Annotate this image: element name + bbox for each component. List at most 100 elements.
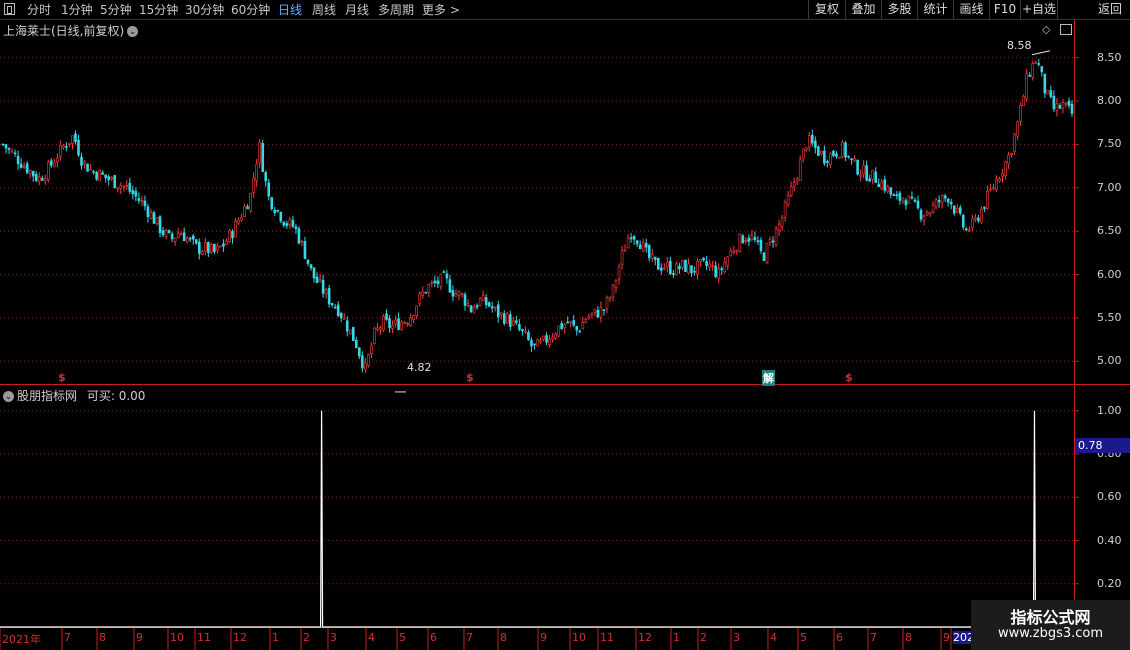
candle-body <box>629 237 633 240</box>
candle-body <box>367 354 370 366</box>
candle-body <box>4 144 8 149</box>
indicator-menu-icon[interactable]: ⌄ <box>3 391 14 402</box>
candle-body <box>605 297 609 309</box>
candle-body <box>34 173 38 181</box>
candle-body <box>324 289 328 295</box>
candle-body <box>578 330 582 333</box>
candle-body <box>321 279 325 294</box>
candle-body <box>798 159 802 181</box>
candle-body <box>161 230 165 236</box>
candle-body <box>327 288 331 305</box>
candle-body <box>913 199 917 202</box>
diamond-icon[interactable]: ◇ <box>1042 23 1050 36</box>
candle-body <box>83 161 86 164</box>
candle-body <box>841 142 844 158</box>
candle-body <box>832 150 835 156</box>
candle-body <box>804 147 808 151</box>
candle-body <box>666 262 669 268</box>
indicator-value-label: 可买: 0.00 <box>86 389 146 403</box>
candle-body <box>487 302 491 307</box>
candle-body <box>176 233 180 239</box>
candle-body <box>714 265 717 278</box>
candle-body <box>466 303 470 306</box>
candle-body <box>536 339 539 347</box>
candle-body <box>723 262 727 273</box>
event-marker-dollar[interactable]: $ <box>58 371 66 384</box>
candle-body <box>524 330 527 333</box>
candle-body <box>910 196 914 199</box>
candle-body <box>348 329 352 334</box>
event-marker-dollar[interactable]: $ <box>466 371 474 384</box>
event-marker-unlock[interactable]: 解 <box>762 370 775 386</box>
event-marker-dollar[interactable]: $ <box>845 371 853 384</box>
candle-body <box>460 293 464 296</box>
candle-body <box>660 267 663 271</box>
candle-body <box>1031 63 1035 78</box>
candle-body <box>403 321 406 324</box>
candle-body <box>170 233 174 240</box>
watermark-url: www.zbgs3.com <box>997 626 1104 641</box>
candle-body <box>197 241 201 254</box>
candle-body <box>949 201 953 205</box>
candle-body <box>472 307 476 314</box>
candle-body <box>330 303 334 306</box>
candle-body <box>300 240 304 243</box>
candle-body <box>167 229 171 233</box>
candle-body <box>974 217 977 220</box>
indicator-tick-label: 0.40 <box>1097 533 1122 547</box>
candle-body <box>210 244 213 253</box>
candle-body <box>904 200 908 206</box>
candle-body <box>650 254 654 259</box>
candle-body <box>481 295 485 301</box>
candle-body <box>43 178 47 182</box>
candle-body <box>620 250 624 266</box>
price-chart[interactable] <box>0 0 1130 650</box>
candle-body <box>653 256 657 260</box>
candle-body <box>823 150 826 164</box>
candle-body <box>406 323 409 325</box>
candle-body <box>68 142 71 145</box>
candle-body <box>795 178 799 182</box>
candle-body <box>572 320 576 326</box>
candle-body <box>509 314 512 327</box>
window-icon[interactable] <box>1060 24 1072 35</box>
candle-body <box>750 235 754 241</box>
candle-body <box>188 237 192 240</box>
candle-body <box>246 206 249 210</box>
candle-body <box>557 325 560 337</box>
candle-body <box>998 178 1001 182</box>
candle-body <box>687 263 690 274</box>
watermark: 指标公式网 www.zbgs3.com <box>971 600 1130 650</box>
panel-menu-icon[interactable]: ⌄ <box>127 26 139 37</box>
candle-body <box>225 240 228 245</box>
candle-body <box>92 171 95 173</box>
candle-body <box>690 265 693 274</box>
candle-body <box>512 320 515 326</box>
candle-body <box>376 327 379 330</box>
date-tick-label: 9 <box>540 631 547 644</box>
candle-body <box>641 242 645 252</box>
candle-body <box>1055 103 1059 111</box>
candle-body <box>22 166 26 168</box>
candle-body <box>777 223 781 231</box>
candle-body <box>1064 102 1068 105</box>
candle-body <box>493 306 497 309</box>
candle-body <box>1001 172 1004 177</box>
candle-body <box>19 163 23 168</box>
candle-body <box>37 176 41 182</box>
date-tick-label: 5 <box>800 631 807 644</box>
candle-body <box>185 237 189 243</box>
candle-body <box>699 259 702 262</box>
candle-body <box>847 155 850 158</box>
candle-body <box>768 238 772 244</box>
candle-body <box>810 134 814 144</box>
indicator-line <box>0 410 1072 628</box>
candle-body <box>385 313 388 320</box>
candle-body <box>463 294 467 306</box>
candle-body <box>59 144 62 158</box>
candle-body <box>50 160 53 166</box>
candle-body <box>1034 61 1038 64</box>
candle-body <box>65 146 68 148</box>
candle-body <box>835 153 838 157</box>
candle-body <box>554 333 557 339</box>
